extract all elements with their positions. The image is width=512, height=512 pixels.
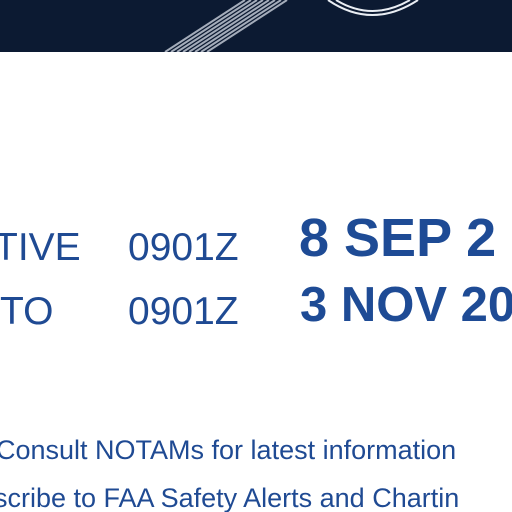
seal-arc-graphic — [327, 0, 419, 16]
effective-date: 8 SEP 2 — [299, 208, 497, 268]
effective-label: TIVE — [0, 226, 81, 269]
subscribe-note: scribe to FAA Safety Alerts and Chartin — [0, 483, 460, 512]
chart-cover-page: TIVE 0901Z 8 SEP 2 TO 0901Z 3 NOV 20 Con… — [0, 0, 512, 512]
header-band — [0, 0, 512, 52]
runway-stripes-graphic — [164, 0, 419, 52]
effective-time: 0901Z — [128, 226, 239, 269]
expires-label: TO — [0, 290, 54, 333]
notam-note: Consult NOTAMs for latest information — [0, 435, 457, 465]
expires-date: 3 NOV 20 — [300, 278, 512, 332]
expires-time: 0901Z — [128, 290, 239, 333]
